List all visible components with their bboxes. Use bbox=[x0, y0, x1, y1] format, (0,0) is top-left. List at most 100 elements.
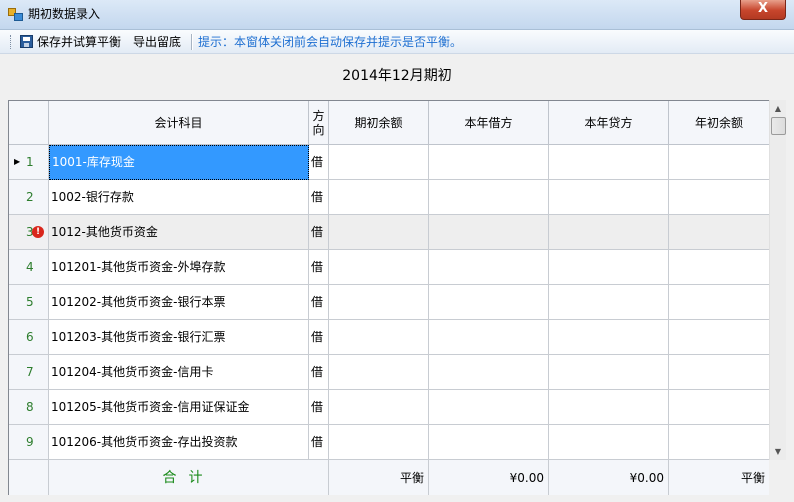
year-credit-cell[interactable] bbox=[549, 285, 669, 320]
row-number[interactable]: ▶ 1 bbox=[9, 145, 49, 180]
account-cell[interactable]: 101201-其他货币资金-外埠存款 bbox=[49, 250, 309, 285]
vertical-scrollbar[interactable]: ▲ ▼ bbox=[769, 100, 786, 460]
row-number-label: 7 bbox=[26, 365, 34, 379]
year-credit-cell[interactable] bbox=[549, 425, 669, 460]
row-number-label: 1 bbox=[26, 155, 34, 169]
balance-grid: 会计科目 方向 期初余额 本年借方 本年贷方 年初余额 ▶ 1 1001-库存现金借… bbox=[8, 100, 769, 495]
direction-cell[interactable]: 借 bbox=[309, 390, 329, 425]
direction-cell[interactable]: 借 bbox=[309, 355, 329, 390]
opening-balance-cell[interactable] bbox=[329, 355, 429, 390]
year-start-balance-cell[interactable] bbox=[669, 320, 769, 355]
toolbar-grip bbox=[10, 35, 13, 49]
column-header-account[interactable]: 会计科目 bbox=[49, 101, 309, 145]
year-start-balance-cell[interactable] bbox=[669, 285, 769, 320]
direction-cell[interactable]: 借 bbox=[309, 250, 329, 285]
toolbar: 保存并试算平衡 导出留底 提示：本窗体关闭前会自动保存并提示是否平衡。 bbox=[0, 30, 794, 54]
window-title: 期初数据录入 bbox=[28, 7, 101, 21]
table-row[interactable]: 2 1002-银行存款借 bbox=[9, 180, 769, 215]
opening-balance-cell[interactable] bbox=[329, 285, 429, 320]
table-row[interactable]: 9 101206-其他货币资金-存出投资款借 bbox=[9, 425, 769, 460]
year-debit-cell[interactable] bbox=[429, 180, 549, 215]
opening-balance-cell[interactable] bbox=[329, 425, 429, 460]
account-cell[interactable]: 101204-其他货币资金-信用卡 bbox=[49, 355, 309, 390]
column-header-year-debit[interactable]: 本年借方 bbox=[429, 101, 549, 145]
year-credit-cell[interactable] bbox=[549, 250, 669, 285]
scroll-up-arrow-icon[interactable]: ▲ bbox=[770, 100, 786, 117]
opening-balance-cell[interactable] bbox=[329, 390, 429, 425]
opening-balance-cell[interactable] bbox=[329, 145, 429, 180]
error-icon: ! bbox=[32, 226, 44, 238]
column-header-year-credit[interactable]: 本年贷方 bbox=[549, 101, 669, 145]
summary-opening-balance: 平衡 bbox=[329, 460, 429, 495]
year-start-balance-cell[interactable] bbox=[669, 425, 769, 460]
account-cell[interactable]: 1012-其他货币资金 bbox=[49, 215, 309, 250]
column-header-year-start-balance[interactable]: 年初余额 bbox=[669, 101, 769, 145]
year-debit-cell[interactable] bbox=[429, 145, 549, 180]
direction-cell[interactable]: 借 bbox=[309, 145, 329, 180]
hint-text: 提示：本窗体关闭前会自动保存并提示是否平衡。 bbox=[198, 35, 463, 49]
summary-label: 合计 bbox=[49, 460, 329, 495]
column-header-direction[interactable]: 方向 bbox=[309, 101, 329, 145]
direction-cell[interactable]: 借 bbox=[309, 215, 329, 250]
save-and-balance-button[interactable]: 保存并试算平衡 bbox=[20, 33, 121, 51]
account-cell[interactable]: 101203-其他货币资金-银行汇票 bbox=[49, 320, 309, 355]
year-debit-cell[interactable] bbox=[429, 215, 549, 250]
year-credit-cell[interactable] bbox=[549, 320, 669, 355]
row-number[interactable]: 7 bbox=[9, 355, 49, 390]
direction-cell[interactable]: 借 bbox=[309, 285, 329, 320]
opening-balance-cell[interactable] bbox=[329, 250, 429, 285]
year-start-balance-cell[interactable] bbox=[669, 250, 769, 285]
table-row[interactable]: 7 101204-其他货币资金-信用卡借 bbox=[9, 355, 769, 390]
year-credit-cell[interactable] bbox=[549, 215, 669, 250]
account-cell[interactable]: 101202-其他货币资金-银行本票 bbox=[49, 285, 309, 320]
row-number[interactable]: 2 bbox=[9, 180, 49, 215]
row-number-label: 9 bbox=[26, 435, 34, 449]
row-number[interactable]: 9 bbox=[9, 425, 49, 460]
table-row[interactable]: 8 101205-其他货币资金-信用证保证金借 bbox=[9, 390, 769, 425]
row-number[interactable]: 8 bbox=[9, 390, 49, 425]
account-cell[interactable]: 101205-其他货币资金-信用证保证金 bbox=[49, 390, 309, 425]
year-credit-cell[interactable] bbox=[549, 145, 669, 180]
account-cell[interactable]: 101206-其他货币资金-存出投资款 bbox=[49, 425, 309, 460]
column-header-opening-balance[interactable]: 期初余额 bbox=[329, 101, 429, 145]
account-cell[interactable]: 1001-库存现金 bbox=[49, 145, 309, 180]
row-number[interactable]: 3! bbox=[9, 215, 49, 250]
table-row[interactable]: ▶ 1 1001-库存现金借 bbox=[9, 145, 769, 180]
direction-cell[interactable]: 借 bbox=[309, 425, 329, 460]
export-button[interactable]: 导出留底 bbox=[133, 33, 181, 51]
year-debit-cell[interactable] bbox=[429, 390, 549, 425]
close-button[interactable]: X bbox=[740, 0, 786, 20]
year-credit-cell[interactable] bbox=[549, 355, 669, 390]
opening-balance-cell[interactable] bbox=[329, 320, 429, 355]
year-start-balance-cell[interactable] bbox=[669, 180, 769, 215]
opening-balance-cell[interactable] bbox=[329, 180, 429, 215]
table-row[interactable]: 4 101201-其他货币资金-外埠存款借 bbox=[9, 250, 769, 285]
account-cell[interactable]: 1002-银行存款 bbox=[49, 180, 309, 215]
direction-cell[interactable]: 借 bbox=[309, 320, 329, 355]
year-start-balance-cell[interactable] bbox=[669, 355, 769, 390]
row-number[interactable]: 5 bbox=[9, 285, 49, 320]
year-debit-cell[interactable] bbox=[429, 250, 549, 285]
row-number[interactable]: 6 bbox=[9, 320, 49, 355]
summary-row-header bbox=[9, 460, 49, 495]
table-row[interactable]: 3! 1012-其他货币资金借 bbox=[9, 215, 769, 250]
table-row[interactable]: 6 101203-其他货币资金-银行汇票借 bbox=[9, 320, 769, 355]
opening-balance-cell[interactable] bbox=[329, 215, 429, 250]
year-debit-cell[interactable] bbox=[429, 320, 549, 355]
year-debit-cell[interactable] bbox=[429, 285, 549, 320]
scroll-down-arrow-icon[interactable]: ▼ bbox=[770, 443, 786, 460]
year-credit-cell[interactable] bbox=[549, 390, 669, 425]
year-debit-cell[interactable] bbox=[429, 425, 549, 460]
year-start-balance-cell[interactable] bbox=[669, 390, 769, 425]
row-number-label: 4 bbox=[26, 260, 34, 274]
table-row[interactable]: 5 101202-其他货币资金-银行本票借 bbox=[9, 285, 769, 320]
scroll-thumb[interactable] bbox=[771, 117, 786, 135]
row-number-label: 8 bbox=[26, 400, 34, 414]
year-start-balance-cell[interactable] bbox=[669, 145, 769, 180]
year-debit-cell[interactable] bbox=[429, 355, 549, 390]
row-number[interactable]: 4 bbox=[9, 250, 49, 285]
year-credit-cell[interactable] bbox=[549, 180, 669, 215]
direction-cell[interactable]: 借 bbox=[309, 180, 329, 215]
year-start-balance-cell[interactable] bbox=[669, 215, 769, 250]
row-number-label: 2 bbox=[26, 190, 34, 204]
